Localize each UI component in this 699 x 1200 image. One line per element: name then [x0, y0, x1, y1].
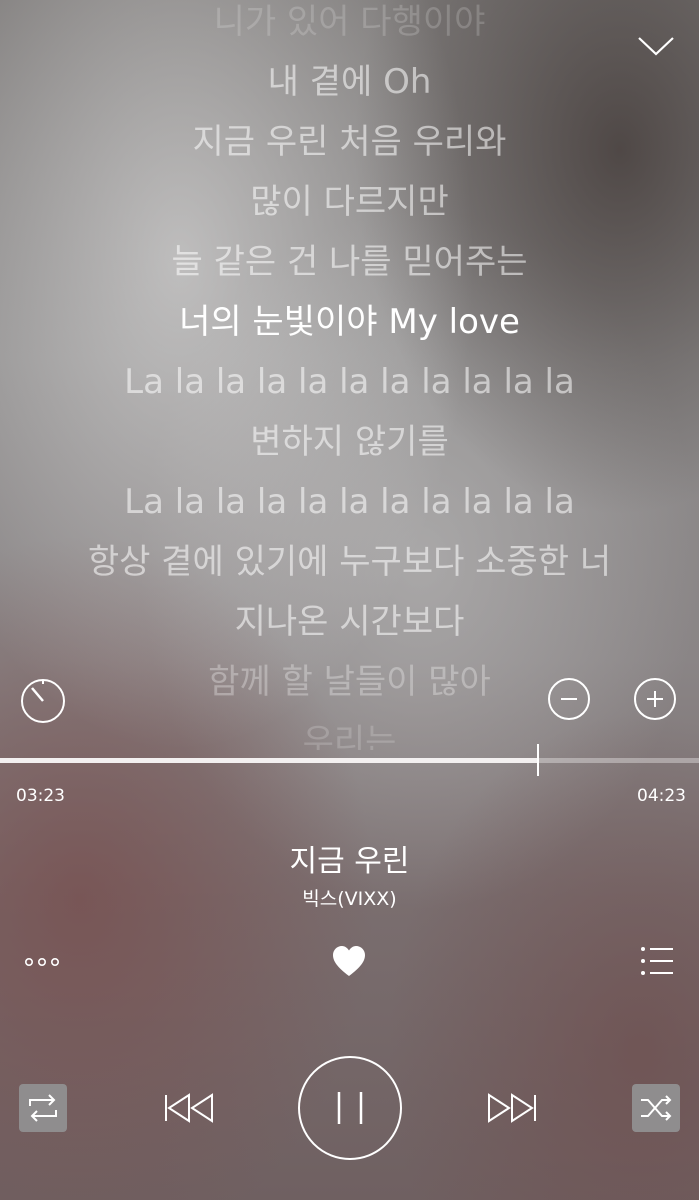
font-decrease-button[interactable]	[548, 678, 590, 720]
repeat-button[interactable]	[19, 1084, 67, 1132]
pause-button[interactable]	[298, 1056, 402, 1160]
sleep-timer-button[interactable]	[18, 676, 68, 726]
lyric-line: 내 곁에 Oh	[267, 62, 432, 102]
elapsed-time: 03:23	[16, 786, 65, 806]
repeat-icon	[29, 1094, 57, 1122]
playlist-button[interactable]	[639, 944, 675, 978]
next-icon	[488, 1093, 536, 1123]
shuffle-button[interactable]	[632, 1084, 680, 1132]
heart-icon	[333, 946, 365, 976]
previous-icon	[165, 1093, 213, 1123]
collapse-button[interactable]	[636, 30, 676, 60]
artist-name[interactable]: 빅스(VIXX)	[0, 884, 699, 911]
shuffle-icon	[641, 1095, 672, 1121]
previous-button[interactable]	[162, 1090, 218, 1126]
next-button[interactable]	[483, 1090, 539, 1126]
lyric-line: 항상 곁에 있기에 누구보다 소중한 너	[87, 542, 612, 582]
more-button[interactable]	[22, 950, 64, 974]
sleep-timer-icon	[21, 679, 65, 723]
lyric-line: 지금 우린 처음 우리와	[192, 122, 507, 162]
minus-icon	[561, 698, 577, 700]
lyric-line: 늘 같은 건 나를 믿어주는	[171, 242, 528, 282]
plus-icon	[647, 691, 663, 707]
lyric-line: 지나온 시간보다	[234, 602, 465, 642]
lyric-line: 변하지 않기를	[250, 422, 449, 462]
lyric-line: 우리는	[302, 722, 397, 750]
lyric-line: 함께 할 날들이 많아	[208, 662, 491, 702]
font-increase-button[interactable]	[634, 678, 676, 720]
progress-handle[interactable]	[537, 744, 540, 776]
lyric-line: La la la la la la la la la la la	[124, 482, 575, 522]
total-duration: 04:23	[637, 786, 686, 806]
pause-icon	[337, 1092, 363, 1124]
like-button[interactable]	[331, 944, 367, 980]
progress-fill	[0, 758, 539, 763]
lyric-line: La la la la la la la la la la la	[124, 362, 575, 402]
playlist-icon	[641, 947, 673, 975]
more-dots-icon	[24, 958, 59, 967]
lyrics-panel[interactable]: 니가 있어 다행이야 내 곁에 Oh 지금 우린 처음 우리와 많이 다르지만 …	[0, 0, 699, 750]
chevron-down-icon	[638, 37, 674, 56]
lyric-line: 니가 있어 다행이야	[213, 2, 486, 42]
song-title: 지금 우린	[289, 844, 410, 879]
lyric-line-current: 너의 눈빛이야 My love	[179, 302, 520, 342]
lyric-line: 많이 다르지만	[250, 182, 449, 222]
progress-slider[interactable]	[0, 744, 699, 776]
